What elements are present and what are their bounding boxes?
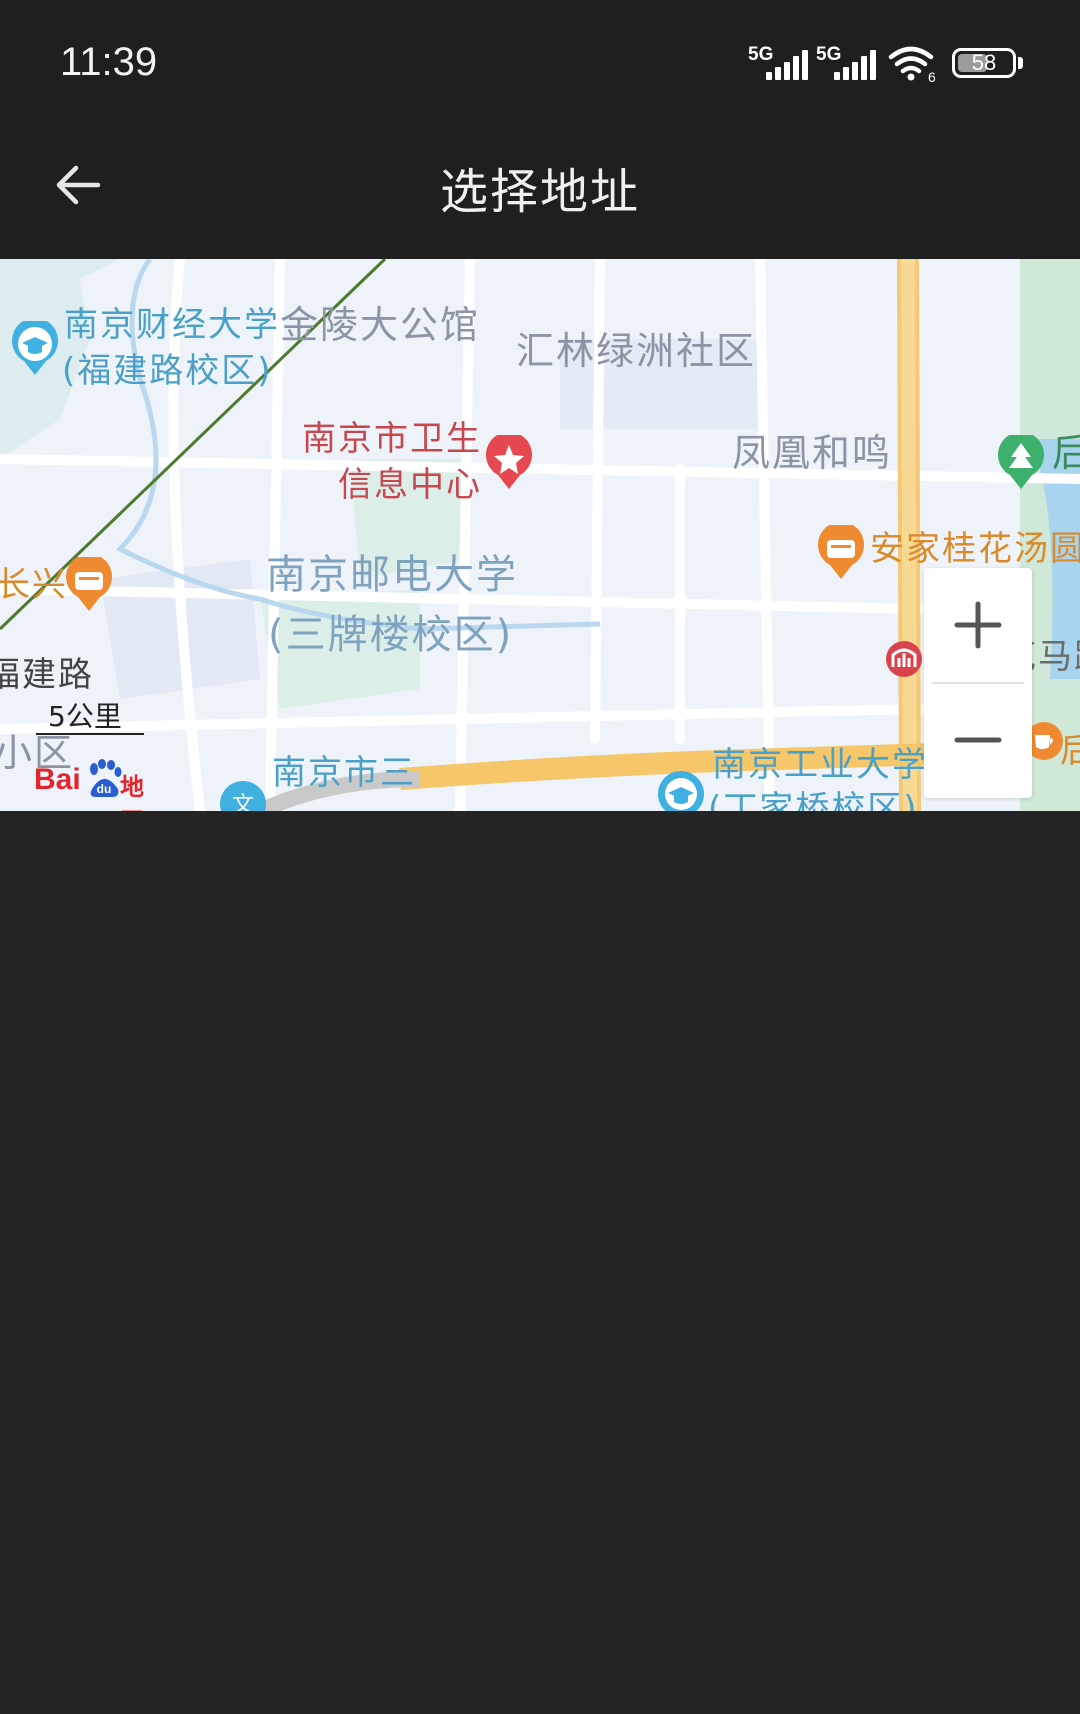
- map-view[interactable]: 南京财经大学 (福建路校区) 金陵大公馆 汇林绿洲社区 南京市卫生 信息中心 凤…: [0, 259, 1080, 811]
- battery-icon: 58: [952, 48, 1016, 78]
- map-label-nufe-campus: (福建路校区): [62, 351, 273, 391]
- battery-tip: [1018, 57, 1023, 69]
- map-label-jinling: 金陵大公馆: [280, 303, 481, 347]
- map-label-anjia: 安家桂花汤圆: [870, 529, 1080, 569]
- map-label-health-center-2: 信息中心: [338, 465, 482, 505]
- map-scale-bar: 5公里: [36, 700, 144, 735]
- map-label-fenghuang: 凤凰和鸣: [732, 431, 893, 475]
- map-label-huilin: 汇林绿洲社区: [516, 329, 757, 373]
- scale-label: 5公里: [48, 700, 122, 733]
- svg-text:du: du: [97, 782, 112, 796]
- map-label-njupt-campus: (三牌楼校区): [268, 612, 514, 658]
- zoom-in-button[interactable]: [924, 568, 1032, 682]
- status-bar: 11:39 5G 5G 6 58: [0, 0, 1080, 130]
- top-app-bar: 选择地址: [0, 130, 1080, 259]
- map-label-hou: 后: [1052, 431, 1080, 475]
- map-label-changxing: 长兴: [0, 565, 68, 605]
- map-label-njupt: 南京邮电大学: [266, 552, 518, 598]
- svg-text:文: 文: [232, 793, 254, 811]
- status-time: 11:39: [60, 40, 158, 84]
- map-label-nufe: 南京财经大学: [64, 305, 280, 345]
- zoom-out-button[interactable]: [924, 684, 1032, 798]
- restaurant-pin-icon-2[interactable]: [64, 557, 114, 613]
- metro-icon[interactable]: [884, 639, 924, 679]
- zoom-controls: [924, 568, 1032, 798]
- school-pin-icon-2[interactable]: [656, 769, 706, 811]
- wifi-icon: 6: [888, 46, 936, 84]
- favorite-pin-icon[interactable]: [484, 435, 534, 491]
- svg-text:6: 6: [928, 69, 936, 84]
- school-pin-icon[interactable]: [10, 321, 60, 377]
- map-label-health-center: 南京市卫生: [302, 419, 482, 459]
- map-label-nanjing-san: 南京市三: [272, 753, 416, 793]
- map-label-fujian-road: 福建路: [0, 655, 94, 695]
- map-label-njtech-campus: (丁家桥校区): [708, 789, 919, 811]
- park-pin-icon[interactable]: [996, 435, 1046, 491]
- battery-level: 58: [971, 50, 997, 75]
- restaurant-pin-icon[interactable]: [816, 525, 866, 581]
- page-title: 选择地址: [439, 164, 640, 220]
- cellular-signal-2-icon: 5G: [816, 44, 880, 80]
- map-label-njtech: 南京工业大学: [712, 745, 928, 785]
- baidu-paw-icon: du: [90, 759, 122, 797]
- cellular-signal-1-icon: 5G: [748, 44, 812, 80]
- education-pin-icon[interactable]: 文: [218, 779, 268, 811]
